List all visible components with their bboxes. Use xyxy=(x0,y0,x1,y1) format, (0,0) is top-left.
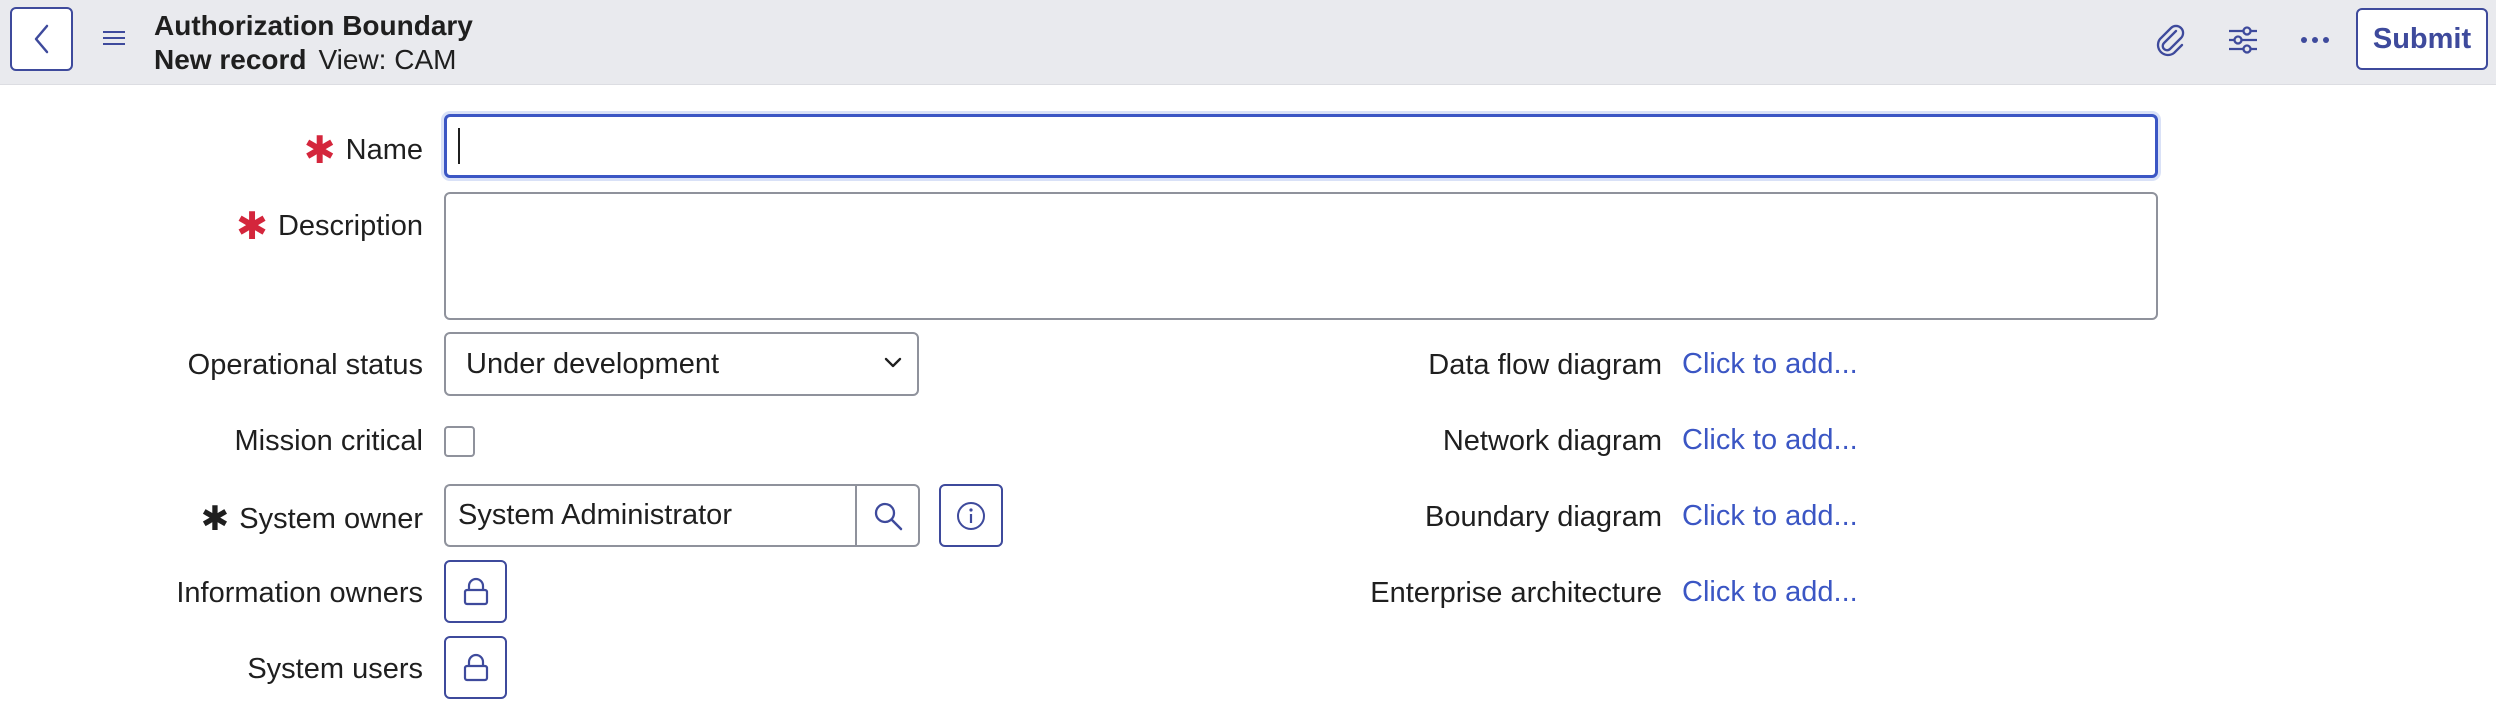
operational-status-value: Under development xyxy=(466,347,720,380)
submit-button[interactable]: Submit xyxy=(2356,8,2488,70)
network-diagram-add-link[interactable]: Click to add... xyxy=(1682,423,1858,457)
info-icon xyxy=(957,501,985,530)
description-label: ✱ Description xyxy=(236,206,423,246)
name-label: ✱ Name xyxy=(304,130,423,170)
system-owner-info-button[interactable] xyxy=(939,484,1003,547)
record-state: New record xyxy=(154,44,307,75)
boundary-diagram-add-link[interactable]: Click to add... xyxy=(1682,499,1858,533)
paperclip-icon xyxy=(2156,24,2185,57)
back-icon xyxy=(34,24,48,54)
mission-critical-checkbox[interactable] xyxy=(444,426,475,457)
system-owner-label: ✱ System owner xyxy=(201,500,423,536)
information-owners-unlock-button[interactable] xyxy=(444,560,507,623)
required-icon: ✱ xyxy=(236,206,268,248)
attachment-button[interactable] xyxy=(2148,18,2192,62)
description-textarea[interactable] xyxy=(444,192,2158,320)
view-label: View: CAM xyxy=(318,44,457,75)
operational-status-select[interactable]: Under development xyxy=(444,332,919,396)
more-icon xyxy=(2301,37,2329,43)
enterprise-architecture-add-link[interactable]: Click to add... xyxy=(1682,575,1858,609)
hamburger-icon xyxy=(103,31,125,45)
data-flow-diagram-label: Data flow diagram xyxy=(1428,349,1662,381)
description-label-text: Description xyxy=(277,210,423,242)
search-icon xyxy=(874,502,902,530)
name-input[interactable] xyxy=(444,114,2158,178)
data-flow-diagram-add-link[interactable]: Click to add... xyxy=(1682,347,1858,381)
operational-status-label: Operational status xyxy=(187,349,423,381)
form-header: Authorization Boundary New record View: C… xyxy=(0,0,2496,85)
name-label-text: Name xyxy=(345,134,423,166)
system-users-unlock-button[interactable] xyxy=(444,636,507,699)
system-users-label: System users xyxy=(247,653,423,685)
system-owner-lookup-button[interactable] xyxy=(855,484,920,547)
required-icon: ✱ xyxy=(303,130,336,172)
boundary-diagram-label: Boundary diagram xyxy=(1425,501,1662,533)
information-owners-label: Information owners xyxy=(176,577,423,609)
system-owner-value: System Administrator xyxy=(458,499,732,531)
system-owner-label-text: System owner xyxy=(239,503,423,535)
title-block: Authorization Boundary New record View: C… xyxy=(154,9,473,77)
required-icon: ✱ xyxy=(200,500,230,538)
personalize-form-button[interactable] xyxy=(2221,18,2265,62)
menu-button[interactable] xyxy=(96,20,132,56)
network-diagram-label: Network diagram xyxy=(1442,425,1662,457)
sliders-icon xyxy=(2229,26,2257,54)
back-button[interactable] xyxy=(10,7,73,71)
system-owner-input[interactable]: System Administrator xyxy=(444,484,857,547)
lock-icon xyxy=(463,653,488,681)
more-actions-button[interactable] xyxy=(2293,18,2337,62)
text-caret xyxy=(458,128,460,164)
page-title: Authorization Boundary xyxy=(154,10,473,41)
record-subtitle: New record View: CAM xyxy=(154,43,473,77)
lock-icon xyxy=(463,577,488,605)
chevron-down-icon xyxy=(884,357,902,368)
enterprise-architecture-label: Enterprise architecture xyxy=(1370,577,1662,609)
mission-critical-label: Mission critical xyxy=(234,425,423,457)
